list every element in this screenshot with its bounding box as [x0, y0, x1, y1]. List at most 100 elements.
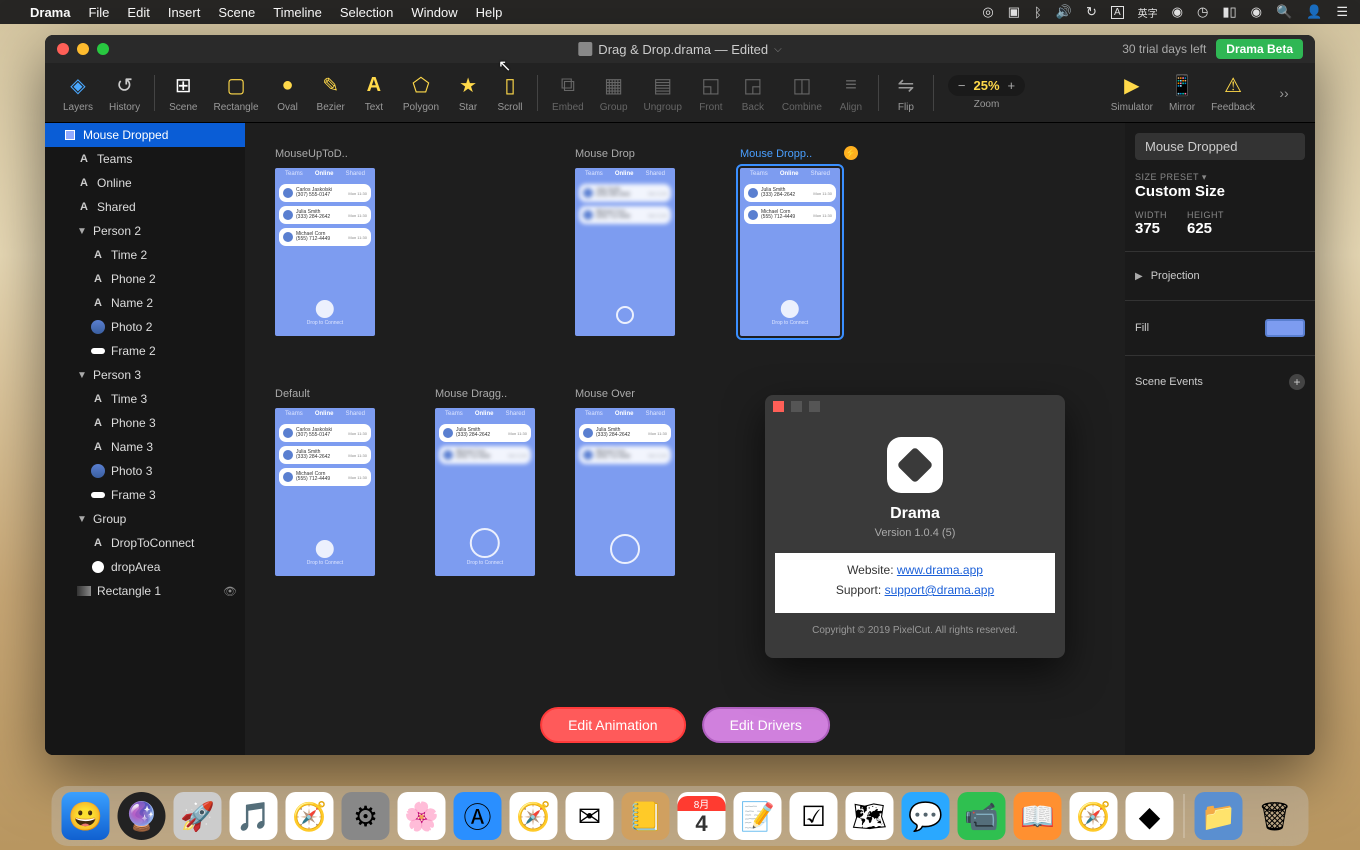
dock-facetime[interactable]: 📹: [958, 792, 1006, 840]
dock-siri[interactable]: 🔮: [118, 792, 166, 840]
dock-calendar[interactable]: 8月4: [678, 792, 726, 840]
dock-notes[interactable]: 📝: [734, 792, 782, 840]
layer-row[interactable]: ADropToConnect: [45, 531, 245, 555]
dock-finder[interactable]: 😀: [62, 792, 110, 840]
scene-card-mouseup[interactable]: MouseUpToD.. TeamsOnlineShared Carlos Ja…: [275, 168, 375, 336]
dock-photos[interactable]: 🌸: [398, 792, 446, 840]
clock-status-icon[interactable]: ◷: [1197, 4, 1208, 20]
dock-appstore[interactable]: Ⓐ: [454, 792, 502, 840]
mirror-tool[interactable]: 📱Mirror: [1161, 73, 1203, 113]
edit-animation-button[interactable]: Edit Animation: [540, 707, 686, 743]
edit-drivers-button[interactable]: Edit Drivers: [702, 707, 830, 743]
menu-help[interactable]: Help: [476, 5, 503, 20]
fill-swatch[interactable]: [1265, 319, 1305, 337]
layer-row[interactable]: APhone 2: [45, 267, 245, 291]
support-link[interactable]: support@drama.app: [885, 583, 995, 597]
app-name[interactable]: Drama: [30, 5, 70, 20]
add-event-button[interactable]: +: [1289, 374, 1305, 390]
website-link[interactable]: www.drama.app: [897, 563, 983, 577]
menu-window[interactable]: Window: [411, 5, 457, 20]
overflow-tool[interactable]: ››: [1263, 80, 1305, 106]
dock-downloads[interactable]: 📁: [1195, 792, 1243, 840]
scene-card-mousedragg[interactable]: Mouse Dragg.. TeamsOnlineShared Julia Sm…: [435, 408, 535, 576]
zoom-in-button[interactable]: +: [1008, 78, 1016, 93]
simulator-tool[interactable]: ▶Simulator: [1103, 73, 1161, 113]
clipboard-icon[interactable]: ▣: [1008, 4, 1020, 20]
oval-tool[interactable]: ●Oval: [267, 73, 309, 113]
text-tool[interactable]: AText: [353, 73, 395, 113]
scene-events-row[interactable]: Scene Events +: [1135, 368, 1305, 396]
menu-scene[interactable]: Scene: [218, 5, 255, 20]
layer-row[interactable]: Photo 2: [45, 315, 245, 339]
document-title[interactable]: Drag & Drop.drama — Edited ⌵: [578, 42, 781, 57]
dock-itunes[interactable]: 🎵: [230, 792, 278, 840]
zoom-level[interactable]: 25%: [974, 78, 1000, 93]
dock-mail[interactable]: ✉: [566, 792, 614, 840]
align-tool[interactable]: ≡Align: [830, 73, 872, 113]
battery-icon[interactable]: ▮▯: [1222, 4, 1236, 20]
layer-row[interactable]: Photo 3: [45, 459, 245, 483]
feedback-tool[interactable]: ⚠Feedback: [1203, 73, 1263, 113]
scene-tool[interactable]: ⊞Scene: [161, 73, 205, 113]
dock-settings[interactable]: ⚙: [342, 792, 390, 840]
menu-insert[interactable]: Insert: [168, 5, 201, 20]
window-close-button[interactable]: [57, 43, 69, 55]
dock-messages[interactable]: 💬: [902, 792, 950, 840]
bezier-tool[interactable]: ✎Bezier: [309, 73, 353, 113]
star-tool[interactable]: ★Star: [447, 73, 489, 113]
layer-row[interactable]: APhone 3: [45, 411, 245, 435]
dock-safari-1[interactable]: 🧭: [286, 792, 334, 840]
scene-card-mouseover[interactable]: Mouse Over TeamsOnlineShared Julia Smith…: [575, 408, 675, 576]
wifi-icon[interactable]: ◉: [1172, 4, 1183, 20]
back-tool[interactable]: ◲Back: [732, 73, 774, 113]
timemachine-icon[interactable]: ↻: [1086, 4, 1097, 20]
front-tool[interactable]: ◱Front: [690, 73, 732, 113]
dock-safari-2[interactable]: 🧭: [510, 792, 558, 840]
layer-row[interactable]: Mouse Dropped: [45, 123, 245, 147]
siri-icon[interactable]: ◉: [1251, 4, 1262, 20]
ungroup-tool[interactable]: ▤Ungroup: [636, 73, 690, 113]
scene-card-mousedropped[interactable]: Mouse Dropp.. ⚡ TeamsOnlineShared Julia …: [740, 168, 840, 336]
about-titlebar[interactable]: [765, 395, 1065, 417]
layer-row[interactable]: ATeams: [45, 147, 245, 171]
fill-row[interactable]: Fill: [1135, 313, 1305, 343]
circle-icon[interactable]: ◎: [982, 4, 993, 20]
dock-drama[interactable]: ◆: [1126, 792, 1174, 840]
layer-row[interactable]: Rectangle 1👁: [45, 579, 245, 603]
height-value[interactable]: 625: [1187, 220, 1224, 237]
layer-row[interactable]: dropArea: [45, 555, 245, 579]
user-icon[interactable]: 👤: [1306, 4, 1322, 20]
menu-edit[interactable]: Edit: [127, 5, 149, 20]
dock-reminders[interactable]: ☑: [790, 792, 838, 840]
titlebar[interactable]: Drag & Drop.drama — Edited ⌵ 30 trial da…: [45, 35, 1315, 63]
embed-tool[interactable]: ⧉Embed: [544, 73, 592, 113]
chevron-down-icon[interactable]: ⌵: [774, 44, 782, 55]
volume-icon[interactable]: 🔊: [1056, 4, 1072, 20]
menu-timeline[interactable]: Timeline: [273, 5, 322, 20]
menu-file[interactable]: File: [88, 5, 109, 20]
scroll-tool[interactable]: ▯Scroll: [489, 73, 531, 113]
combine-tool[interactable]: ◫Combine: [774, 73, 830, 113]
layer-row[interactable]: AOnline: [45, 171, 245, 195]
layer-row[interactable]: AName 2: [45, 291, 245, 315]
dock-contacts[interactable]: 📒: [622, 792, 670, 840]
flip-tool[interactable]: ⇋Flip: [885, 73, 927, 113]
menu-selection[interactable]: Selection: [340, 5, 393, 20]
scene-card-default[interactable]: Default TeamsOnlineShared Carlos Jaskols…: [275, 408, 375, 576]
visibility-icon[interactable]: 👁: [223, 585, 237, 598]
input-source-icon[interactable]: A: [1111, 6, 1124, 19]
dock-trash[interactable]: 🗑: [1251, 792, 1299, 840]
beta-badge[interactable]: Drama Beta: [1216, 39, 1303, 59]
layer-row[interactable]: ATime 3: [45, 387, 245, 411]
group-tool[interactable]: ▦Group: [592, 73, 636, 113]
width-value[interactable]: 375: [1135, 220, 1167, 237]
layer-row[interactable]: Frame 3: [45, 483, 245, 507]
window-zoom-button[interactable]: [97, 43, 109, 55]
input-lang-icon[interactable]: 英字: [1138, 5, 1158, 20]
dock-safari-3[interactable]: 🧭: [1070, 792, 1118, 840]
layer-row[interactable]: ▼Group: [45, 507, 245, 531]
window-minimize-button[interactable]: [77, 43, 89, 55]
layer-row[interactable]: ▼Person 3: [45, 363, 245, 387]
polygon-tool[interactable]: ⬠Polygon: [395, 73, 447, 113]
notification-center-icon[interactable]: ☰: [1336, 4, 1348, 20]
